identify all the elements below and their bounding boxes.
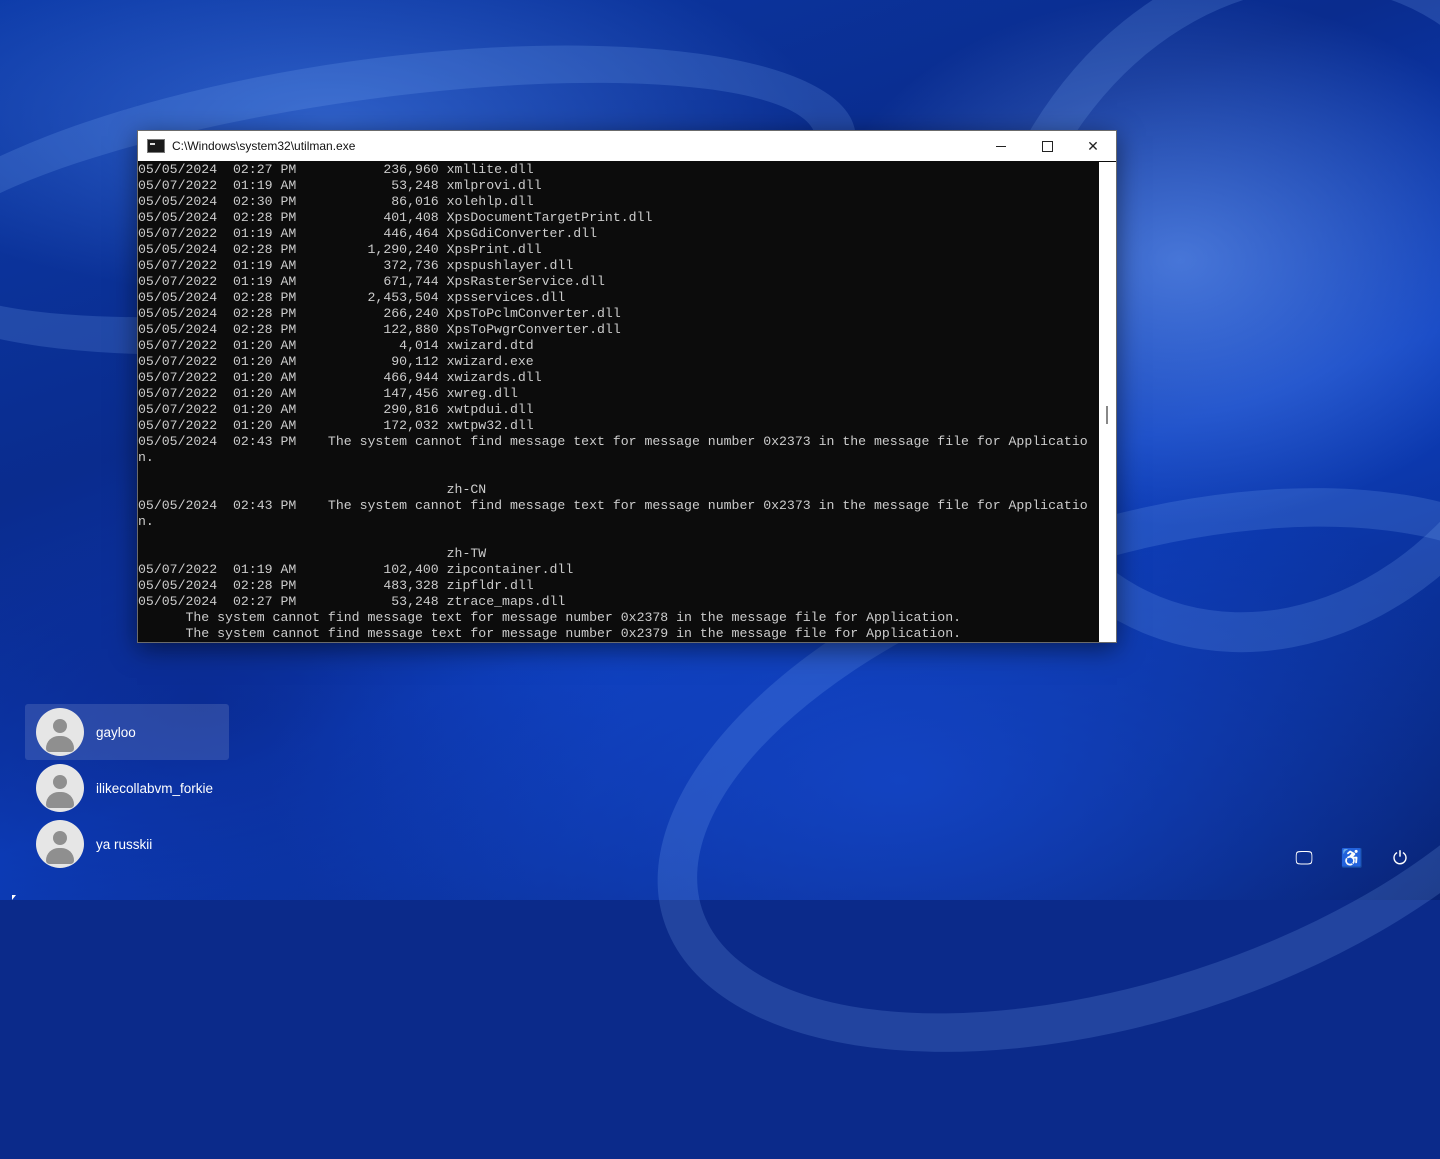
scrollbar-thumb[interactable] <box>1106 406 1108 424</box>
avatar-shoulders <box>46 736 74 752</box>
console-line: 05/07/2022 01:19 AM 671,744 XpsRasterSer… <box>138 274 605 289</box>
console-line: 05/07/2022 01:20 AM 147,456 xwreg.dll <box>138 386 518 401</box>
minimize-icon <box>996 145 1006 147</box>
window-title: C:\Windows\system32\utilman.exe <box>172 139 356 153</box>
close-icon: ✕ <box>1087 137 1099 154</box>
user-avatar-icon <box>36 764 84 812</box>
console-line: 05/07/2022 01:20 AM 290,816 xwtpdui.dll <box>138 402 534 417</box>
console-line: The system cannot find message text for … <box>138 626 962 641</box>
system-icons: 🖵 ♿ ⏻ <box>1284 842 1420 874</box>
avatar-shoulders <box>46 792 74 808</box>
console-line: 05/05/2024 02:28 PM 1,290,240 XpsPrint.d… <box>138 242 542 257</box>
avatar-head <box>53 719 67 733</box>
user-account-item[interactable]: ilikecollabvm_forkie <box>25 760 229 816</box>
console-line: 05/05/2024 02:28 PM 401,408 XpsDocumentT… <box>138 210 653 225</box>
console-line: 05/07/2022 01:20 AM 466,944 xwizards.dll <box>138 370 542 385</box>
console-line: 05/05/2024 02:43 PM The system cannot fi… <box>138 434 1088 449</box>
power-icon[interactable]: ⏻ <box>1380 842 1420 874</box>
console-app-icon <box>147 139 165 153</box>
user-account-item[interactable]: ya russkii <box>25 816 229 872</box>
user-avatar-icon <box>36 708 84 756</box>
accessibility-icon[interactable]: ♿ <box>1332 842 1372 874</box>
console-line: 05/05/2024 02:30 PM 86,016 xolehlp.dll <box>138 194 534 209</box>
console-line: 05/05/2024 02:27 PM 53,248 ztrace_maps.d… <box>138 594 566 609</box>
close-button[interactable]: ✕ <box>1070 131 1116 161</box>
avatar-shoulders <box>46 848 74 864</box>
console-line: 05/07/2022 01:19 AM 446,464 XpsGdiConver… <box>138 226 597 241</box>
title-bar[interactable]: C:\Windows\system32\utilman.exe ✕ <box>138 131 1116 161</box>
window-controls: ✕ <box>978 131 1116 161</box>
user-avatar-icon <box>36 820 84 868</box>
user-list: gayloo ilikecollabvm_forkieya russkii <box>25 704 229 872</box>
console-window[interactable]: C:\Windows\system32\utilman.exe ✕ 05/05/… <box>137 130 1117 643</box>
console-line: 05/05/2024 02:28 PM 483,328 zipfldr.dll <box>138 578 534 593</box>
network-icon[interactable]: 🖵 <box>1284 842 1324 874</box>
console-line: 05/05/2024 02:28 PM 2,453,504 xpsservice… <box>138 290 566 305</box>
console-line: 05/07/2022 01:19 AM 53,248 xmlprovi.dll <box>138 178 542 193</box>
avatar-head <box>53 775 67 789</box>
console-line: 05/07/2022 01:20 AM 172,032 xwtpw32.dll <box>138 418 534 433</box>
mouse-cursor <box>12 895 16 900</box>
console-line: 05/07/2022 01:19 AM 102,400 zipcontainer… <box>138 562 574 577</box>
vertical-scrollbar[interactable] <box>1099 162 1116 642</box>
user-name: ya russkii <box>96 836 153 852</box>
console-line: 05/05/2024 02:43 PM The system cannot fi… <box>138 498 1088 513</box>
console-line: n. <box>138 514 154 529</box>
maximize-button[interactable] <box>1024 131 1070 161</box>
minimize-button[interactable] <box>978 131 1024 161</box>
console-line: 05/07/2022 01:19 AM 372,736 xpspushlayer… <box>138 258 574 273</box>
console-line: n. <box>138 450 154 465</box>
console-line: zh-TW <box>138 546 487 561</box>
console-line: 05/05/2024 02:27 PM 236,960 xmllite.dll <box>138 162 534 177</box>
console-line: zh-CN <box>138 482 487 497</box>
user-account-item[interactable]: gayloo <box>25 704 229 760</box>
user-name: gayloo <box>96 724 136 740</box>
console-line: 05/05/2024 02:28 PM 266,240 XpsToPclmCon… <box>138 306 621 321</box>
avatar-head <box>53 831 67 845</box>
console-output[interactable]: 05/05/2024 02:27 PM 236,960 xmllite.dll 0… <box>138 162 1099 642</box>
console-line: 05/07/2022 01:20 AM 90,112 xwizard.exe <box>138 354 534 369</box>
maximize-icon <box>1041 140 1053 152</box>
user-name: ilikecollabvm_forkie <box>96 780 214 796</box>
console-line: The system cannot find message text for … <box>138 610 962 625</box>
console-line: 05/05/2024 02:28 PM 122,880 XpsToPwgrCon… <box>138 322 621 337</box>
console-line: 05/07/2022 01:20 AM 4,014 xwizard.dtd <box>138 338 534 353</box>
